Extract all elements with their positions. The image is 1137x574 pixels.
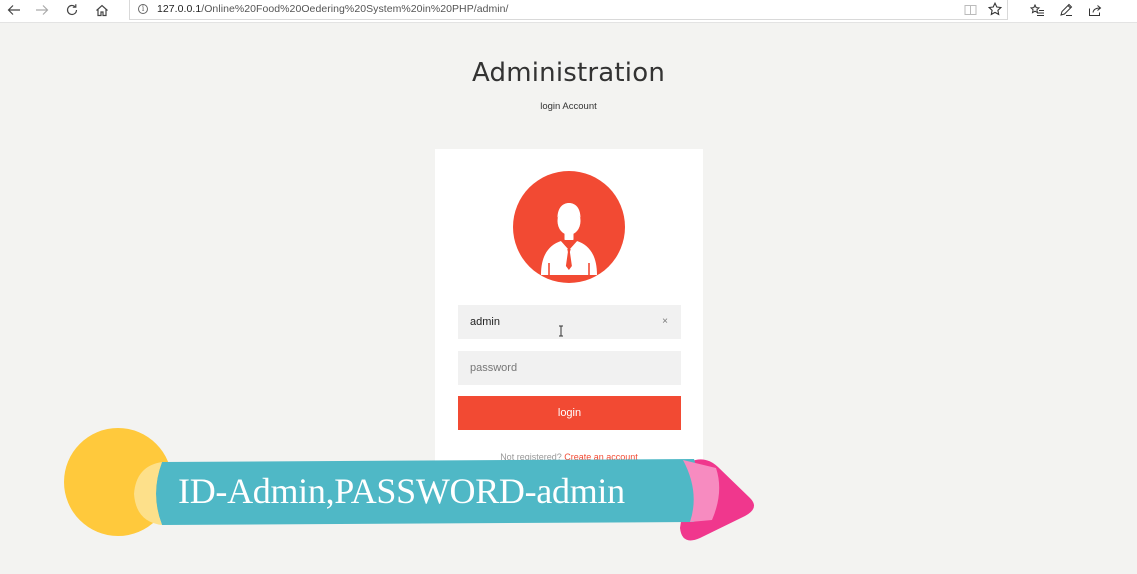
back-icon [7,5,20,15]
favorite-star-icon[interactable] [987,1,1003,21]
register-prompt: Not registered? Create an account [435,452,703,462]
browser-toolbar: i 127.0.0.1/Online%20Food%20Oedering%20S… [0,0,1137,23]
url-text[interactable]: 127.0.0.1/Online%20Food%20Oedering%20Sys… [157,3,509,15]
info-icon[interactable]: i [138,4,148,14]
url-path: /Online%20Food%20Oedering%20System%20in%… [201,3,509,15]
page-subtitle: login Account [540,101,597,112]
forward-icon [36,5,49,15]
reading-view-icon[interactable] [964,3,977,21]
page-title: Administration [471,58,666,88]
notes-pen-button[interactable] [1055,1,1077,19]
login-button[interactable]: login [458,396,681,430]
username-input[interactable] [458,305,681,339]
favorites-hub-icon [1029,3,1044,16]
share-button[interactable] [1084,1,1106,19]
share-icon [1089,4,1102,16]
home-icon [96,4,108,16]
back-button[interactable] [1,0,27,20]
register-text: Not registered? [500,452,562,462]
admin-avatar [513,171,625,283]
url-host: 127.0.0.1 [157,3,202,15]
address-bar[interactable]: i 127.0.0.1/Online%20Food%20Oedering%20S… [129,0,1008,20]
refresh-icon [66,4,78,16]
forward-button[interactable] [29,0,55,20]
admin-user-icon [541,203,597,275]
home-button[interactable] [89,0,115,20]
password-input[interactable] [458,351,681,385]
favorites-hub-button[interactable] [1026,1,1048,19]
clear-input-icon[interactable]: × [660,316,670,328]
login-card: × login Not registered? Create an accoun… [435,149,703,479]
text-cursor-icon [559,325,563,337]
pen-icon [1060,3,1073,16]
create-account-link[interactable]: Create an account [564,452,638,462]
refresh-button[interactable] [59,0,85,20]
